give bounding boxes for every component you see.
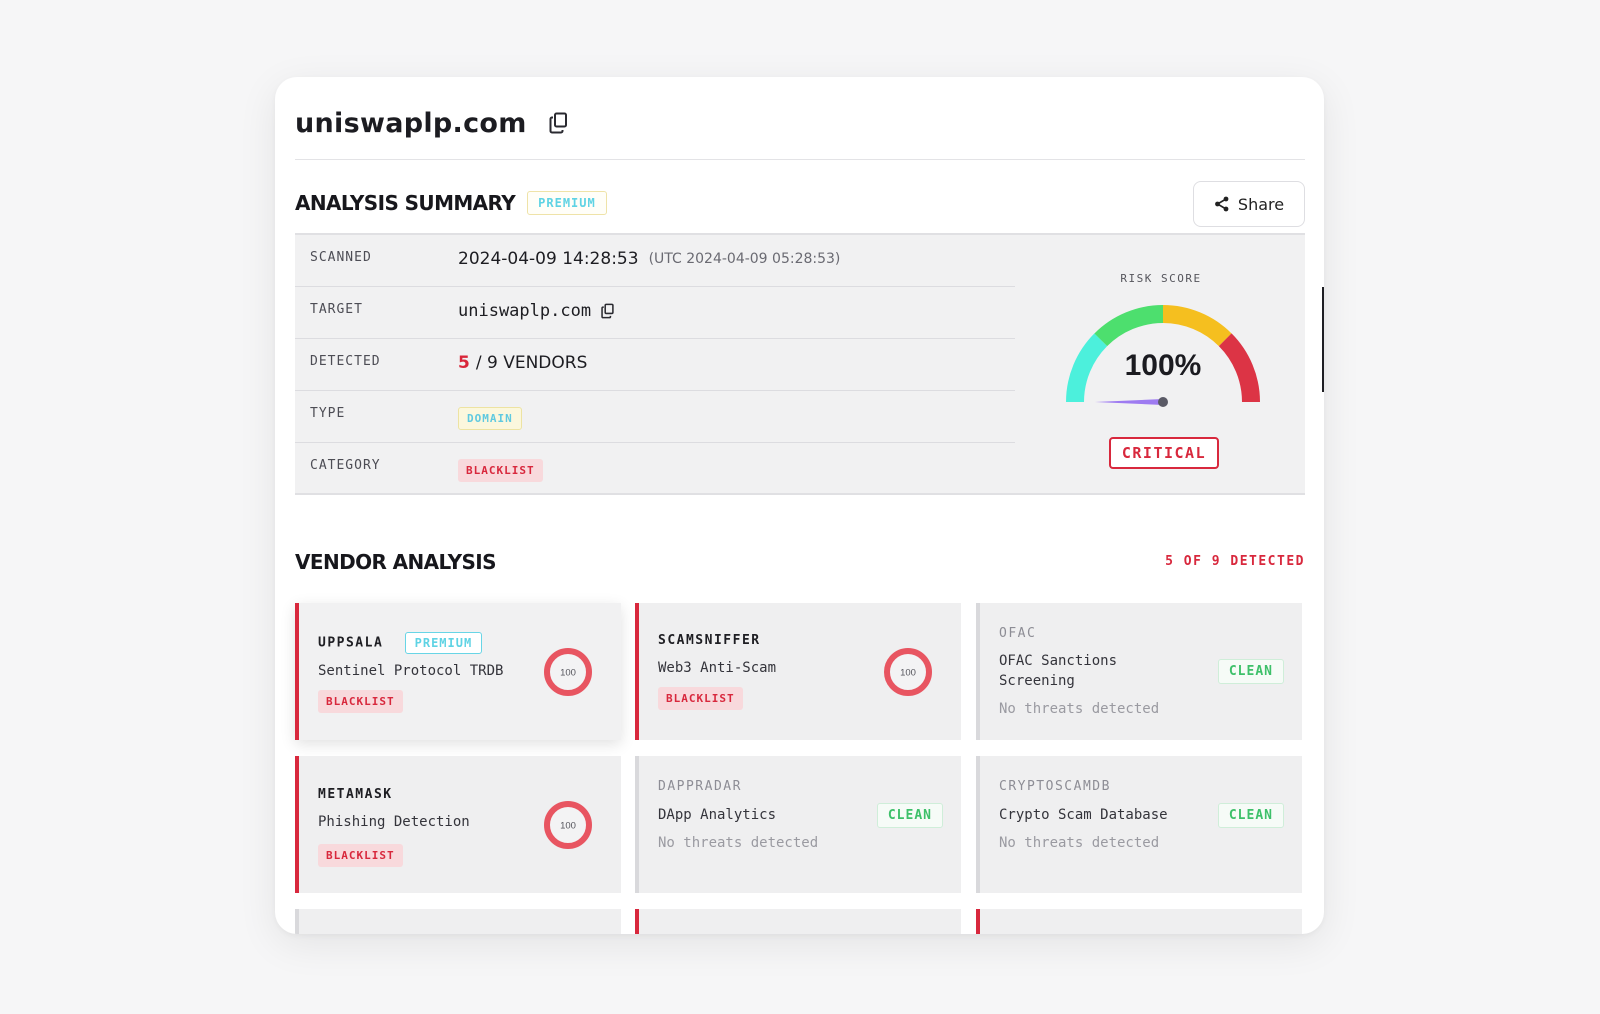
vendor-card-dappradar[interactable]: DAPPRADAR DApp Analytics No threats dete… [635, 756, 961, 893]
share-icon [1215, 196, 1229, 212]
row-target: TARGET uniswaplp.com [295, 287, 1015, 339]
gauge-segment-cyan [1066, 333, 1108, 403]
scanned-utc: (UTC 2024-04-09 05:28:53) [648, 251, 841, 267]
category-label: CATEGORY [310, 458, 381, 473]
vendor-name: DAPPRADAR [658, 779, 742, 794]
risk-level-badge: CRITICAL [1109, 437, 1219, 469]
copy-icon[interactable] [549, 112, 569, 134]
blacklist-badge: BLACKLIST [318, 690, 403, 713]
detected-label: DETECTED [310, 354, 381, 369]
score-ring: 100 [884, 648, 932, 696]
vendor-tag: BLACKLIST [318, 844, 403, 867]
vendor-desc-line1: OFAC Sanctions [999, 653, 1118, 669]
domain-title: uniswaplp.com [295, 107, 527, 139]
scanned-time: 2024-04-09 14:28:53 [458, 249, 639, 269]
vendor-desc: Crypto Scam Database [999, 807, 1168, 823]
vendor-card-scamsniffer[interactable]: SCAMSNIFFER Web3 Anti-Scam BLACKLIST 100 [635, 603, 961, 740]
risk-gauge: 100% [1066, 305, 1260, 407]
vendor-note: No threats detected [999, 835, 1160, 851]
blacklist-badge: BLACKLIST [318, 844, 403, 867]
share-label: Share [1237, 194, 1285, 214]
vendor-desc: Phishing Detection [318, 814, 470, 830]
scanned-value: 2024-04-09 14:28:53 (UTC 2024-04-09 05:2… [458, 249, 840, 269]
vendor-note: No threats detected [999, 701, 1160, 717]
row-detected: DETECTED 5 / 9 VENDORS [295, 339, 1015, 391]
vendor-card-uppsala[interactable]: UPPSALA PREMIUM Sentinel Protocol TRDB B… [295, 603, 621, 740]
vendor-desc: Web3 Anti-Scam [658, 660, 777, 676]
scrollbar-thumb[interactable] [1322, 287, 1324, 392]
gauge-pivot [1158, 397, 1168, 407]
vendor-card-metamask[interactable]: METAMASK Phishing Detection BLACKLIST 10… [295, 756, 621, 893]
premium-badge: PREMIUM [527, 191, 607, 215]
vendor-header: VENDOR ANALYSIS 5 OF 9 DETECTED [295, 547, 1305, 577]
score-ring: 100 [544, 648, 592, 696]
clean-badge: CLEAN [1217, 803, 1284, 828]
target-domain: uniswaplp.com [458, 301, 592, 321]
detected-value: 5 / 9 VENDORS [458, 353, 587, 373]
gauge-segment-red [1218, 333, 1260, 403]
vendor-card-partial[interactable] [295, 909, 621, 934]
type-label: TYPE [310, 406, 346, 421]
type-badge: DOMAIN [458, 407, 522, 430]
gauge-needle [1095, 399, 1163, 405]
copy-icon[interactable] [601, 303, 615, 319]
share-button[interactable]: Share [1193, 181, 1305, 227]
risk-score-label: RISK SCORE [1120, 272, 1202, 285]
risk-score-value: 100% [1125, 349, 1202, 382]
vendor-name: UPPSALA PREMIUM [318, 632, 483, 654]
score-ring-value: 100 [900, 668, 916, 679]
row-category: CATEGORY BLACKLIST [295, 443, 1015, 495]
blacklist-badge: BLACKLIST [658, 687, 743, 710]
score-ring-value: 100 [560, 821, 576, 832]
vendor-name: METAMASK [318, 787, 393, 802]
vendor-card-partial[interactable] [635, 909, 961, 934]
clean-badge: CLEAN [876, 803, 943, 828]
summary-header: ANALYSIS SUMMARY PREMIUM Share [295, 181, 1305, 227]
target-label: TARGET [310, 302, 363, 317]
score-ring-value: 100 [560, 668, 576, 679]
analysis-card: uniswaplp.com ANALYSIS SUMMARY PREMIUM S… [275, 77, 1324, 934]
summary-title: ANALYSIS SUMMARY [295, 191, 516, 215]
vendor-desc: OFAC Sanctions Screening [999, 651, 1117, 691]
vendor-desc-line2: Screening [999, 673, 1075, 689]
row-scanned: SCANNED 2024-04-09 14:28:53 (UTC 2024-04… [295, 235, 1015, 287]
vendor-name: CRYPTOSCAMDB [999, 779, 1111, 794]
detected-count: 5 [458, 353, 470, 373]
domain-header: uniswaplp.com [295, 101, 569, 145]
type-value: DOMAIN [458, 407, 522, 430]
vendor-name-text: UPPSALA [318, 635, 384, 651]
gauge-segment-yellow [1162, 305, 1232, 347]
premium-badge: PREMIUM [404, 632, 483, 654]
vendor-card-cryptoscamdb[interactable]: CRYPTOSCAMDB Crypto Scam Database No thr… [976, 756, 1302, 893]
target-value: uniswaplp.com [458, 301, 615, 321]
vendor-note: No threats detected [658, 835, 819, 851]
category-value: BLACKLIST [458, 459, 543, 482]
header-divider [295, 159, 1305, 160]
vendor-card-partial[interactable] [976, 909, 1302, 934]
category-badge: BLACKLIST [458, 459, 543, 482]
clean-badge: CLEAN [1217, 659, 1284, 684]
score-ring: 100 [544, 801, 592, 849]
vendor-title: VENDOR ANALYSIS [295, 550, 497, 574]
detected-total: / 9 VENDORS [475, 353, 588, 373]
vendor-tag: BLACKLIST [318, 690, 403, 713]
vendor-count: 5 OF 9 DETECTED [1165, 554, 1305, 569]
summary-panel: SCANNED 2024-04-09 14:28:53 (UTC 2024-04… [295, 233, 1305, 495]
vendor-name: OFAC [999, 626, 1037, 641]
vendor-tag: BLACKLIST [658, 687, 743, 710]
vendor-desc: Sentinel Protocol TRDB [318, 663, 504, 679]
gauge-segment-green [1094, 305, 1164, 347]
scanned-label: SCANNED [310, 250, 372, 265]
vendor-name: SCAMSNIFFER [658, 633, 761, 648]
vendor-desc: DApp Analytics [658, 807, 777, 823]
vendor-card-ofac[interactable]: OFAC OFAC Sanctions Screening No threats… [976, 603, 1302, 740]
row-type: TYPE DOMAIN [295, 391, 1015, 443]
